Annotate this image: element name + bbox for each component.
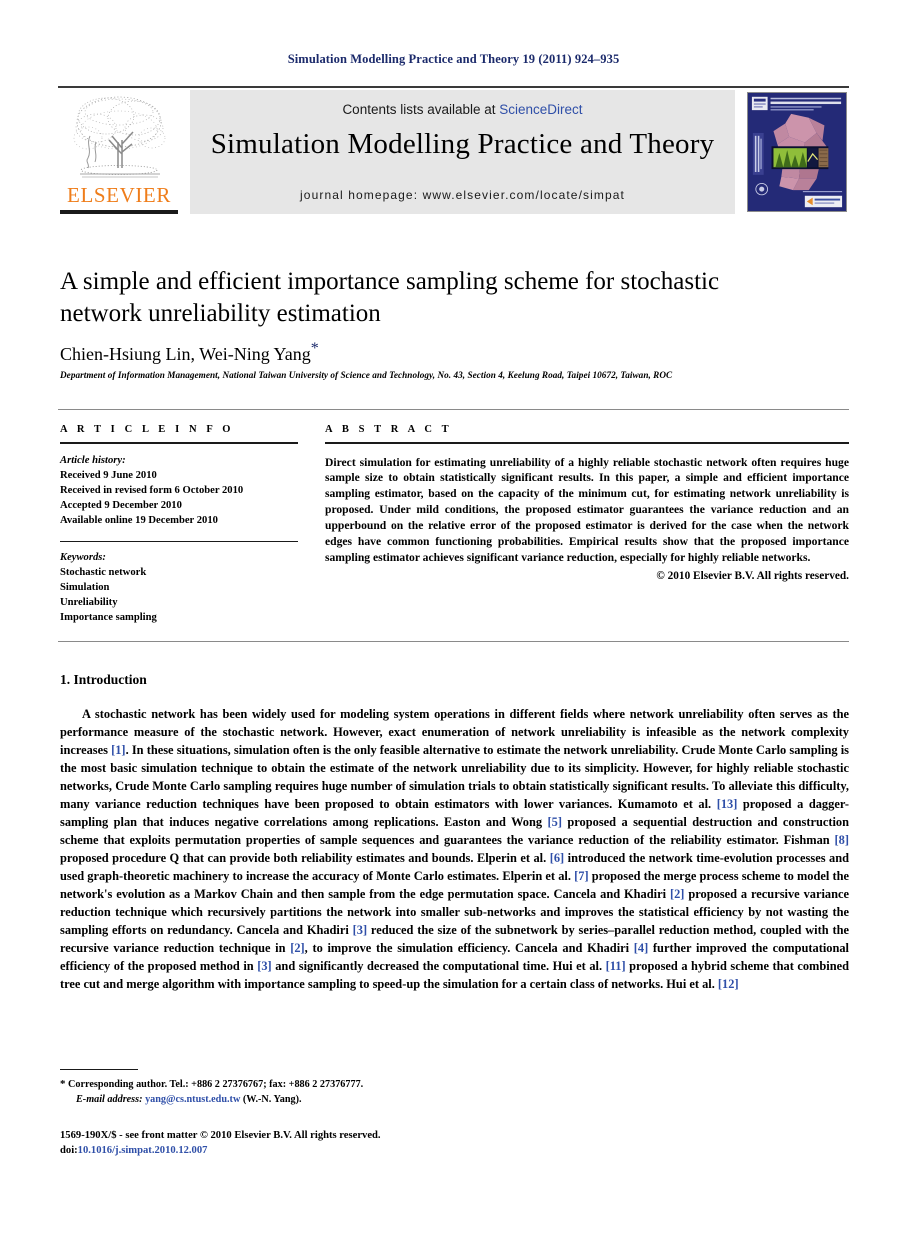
abstract-copyright: © 2010 Elsevier B.V. All rights reserved…	[656, 570, 849, 583]
abstract-rule	[325, 442, 849, 444]
citation-ref[interactable]: [12]	[718, 977, 739, 991]
email-owner: (W.-N. Yang).	[242, 1094, 302, 1106]
history-item: Available online 19 December 2010	[60, 514, 218, 526]
citation-ref[interactable]: [13]	[717, 797, 738, 811]
article-history-label: Article history:	[60, 454, 126, 466]
citation-ref[interactable]: [3]	[353, 923, 367, 937]
corresponding-author-marker: *	[310, 340, 319, 357]
paper-page: Simulation Modelling Practice and Theory…	[0, 0, 907, 1238]
article-info-column: A R T I C L E I N F O Article history: R…	[60, 424, 298, 625]
doi-link[interactable]: 10.1016/j.simpat.2010.12.007	[78, 1145, 208, 1156]
keyword-item: Stochastic network	[60, 566, 147, 578]
citation-ref[interactable]: [1]	[111, 743, 125, 757]
citation-ref[interactable]: [2]	[670, 887, 684, 901]
abstract-heading: A B S T R A C T	[325, 424, 453, 435]
contents-available-line: Contents lists available at ScienceDirec…	[190, 102, 735, 117]
elsevier-underline	[60, 210, 178, 214]
body-run: and significantly decreased the computat…	[271, 958, 606, 973]
page-title: A simple and efficient importance sampli…	[60, 268, 720, 327]
citation-ref[interactable]: [3]	[257, 959, 271, 973]
contents-prefix: Contents lists available at	[342, 102, 500, 117]
keywords-block: Keywords: Stochastic network Simulation …	[60, 550, 298, 625]
citation-ref[interactable]: [4]	[634, 941, 648, 955]
email-link[interactable]: yang@cs.ntust.edu.tw	[145, 1094, 240, 1105]
corresponding-author-text: Corresponding author. Tel.: +886 2 27376…	[68, 1079, 364, 1090]
citation-ref[interactable]: [7]	[574, 869, 588, 883]
keyword-item: Simulation	[60, 581, 110, 593]
body-run: proposed procedure Q that can provide bo…	[60, 850, 550, 865]
citation-ref[interactable]: [11]	[606, 959, 626, 973]
section-heading-introduction: 1. Introduction	[60, 672, 147, 687]
history-item: Received in revised form 6 October 2010	[60, 484, 244, 496]
article-info-heading: A R T I C L E I N F O	[60, 424, 235, 435]
journal-masthead: ELSEVIER Contents lists available at Sci…	[58, 86, 849, 214]
info-band-bottom-rule	[58, 641, 849, 642]
citation-ref[interactable]: [5]	[548, 815, 562, 829]
elsevier-tree-icon	[73, 96, 166, 178]
history-item: Received 9 June 2010	[60, 469, 157, 481]
email-label: E-mail address:	[76, 1094, 143, 1106]
issn-front-matter: 1569-190X/$ - see front matter © 2010 El…	[60, 1130, 381, 1141]
imprint-block: 1569-190X/$ - see front matter © 2010 El…	[60, 1128, 660, 1159]
journal-homepage-line[interactable]: journal homepage: www.elsevier.com/locat…	[190, 188, 735, 202]
corresponding-author-note: * Corresponding author. Tel.: +886 2 273…	[60, 1076, 620, 1092]
history-item: Accepted 9 December 2010	[60, 499, 182, 511]
running-head: Simulation Modelling Practice and Theory…	[287, 52, 620, 66]
masthead-top-rule	[58, 86, 849, 88]
abstract-column: A B S T R A C T Direct simulation for es…	[325, 424, 849, 582]
citation-ref[interactable]: [8]	[835, 833, 849, 847]
introduction-paragraph: A stochastic network has been widely use…	[60, 706, 849, 994]
keywords-rule	[60, 540, 298, 542]
article-history-block: Article history: Received 9 June 2010 Re…	[60, 453, 298, 528]
affiliation: Department of Information Management, Na…	[60, 370, 673, 380]
keyword-item: Unreliability	[60, 596, 118, 608]
elsevier-wordmark: ELSEVIER	[67, 183, 171, 207]
footnote-star-marker: *	[60, 1078, 66, 1090]
footnote-block: * Corresponding author. Tel.: +886 2 273…	[60, 1076, 620, 1107]
abstract-body: Direct simulation for estimating unrelia…	[325, 455, 849, 565]
article-info-rule	[60, 442, 298, 444]
citation-ref[interactable]: [6]	[550, 851, 564, 865]
footnote-rule	[60, 1069, 138, 1071]
keywords-label: Keywords:	[60, 551, 106, 563]
email-note: E-mail address: yang@cs.ntust.edu.tw (W.…	[60, 1092, 620, 1107]
masthead-panel: Contents lists available at ScienceDirec…	[190, 90, 735, 214]
info-band-top-rule	[58, 409, 849, 410]
author-names: Chien-Hsiung Lin, Wei-Ning Yang	[60, 344, 311, 364]
journal-cover-art	[748, 93, 846, 211]
sciencedirect-link[interactable]: ScienceDirect	[499, 102, 582, 117]
journal-cover-thumbnail	[745, 90, 849, 214]
keyword-item: Importance sampling	[60, 611, 157, 623]
doi-label: doi:	[60, 1145, 78, 1157]
author-list: Chien-Hsiung Lin, Wei-Ning Yang*	[60, 340, 800, 365]
journal-title: Simulation Modelling Practice and Theory	[210, 128, 715, 160]
citation-ref[interactable]: [2]	[290, 941, 304, 955]
elsevier-logo: ELSEVIER	[58, 90, 180, 214]
doi-line: doi:10.1016/j.simpat.2010.12.007	[60, 1143, 660, 1158]
body-run: , to improve the simulation efficiency. …	[304, 940, 634, 955]
